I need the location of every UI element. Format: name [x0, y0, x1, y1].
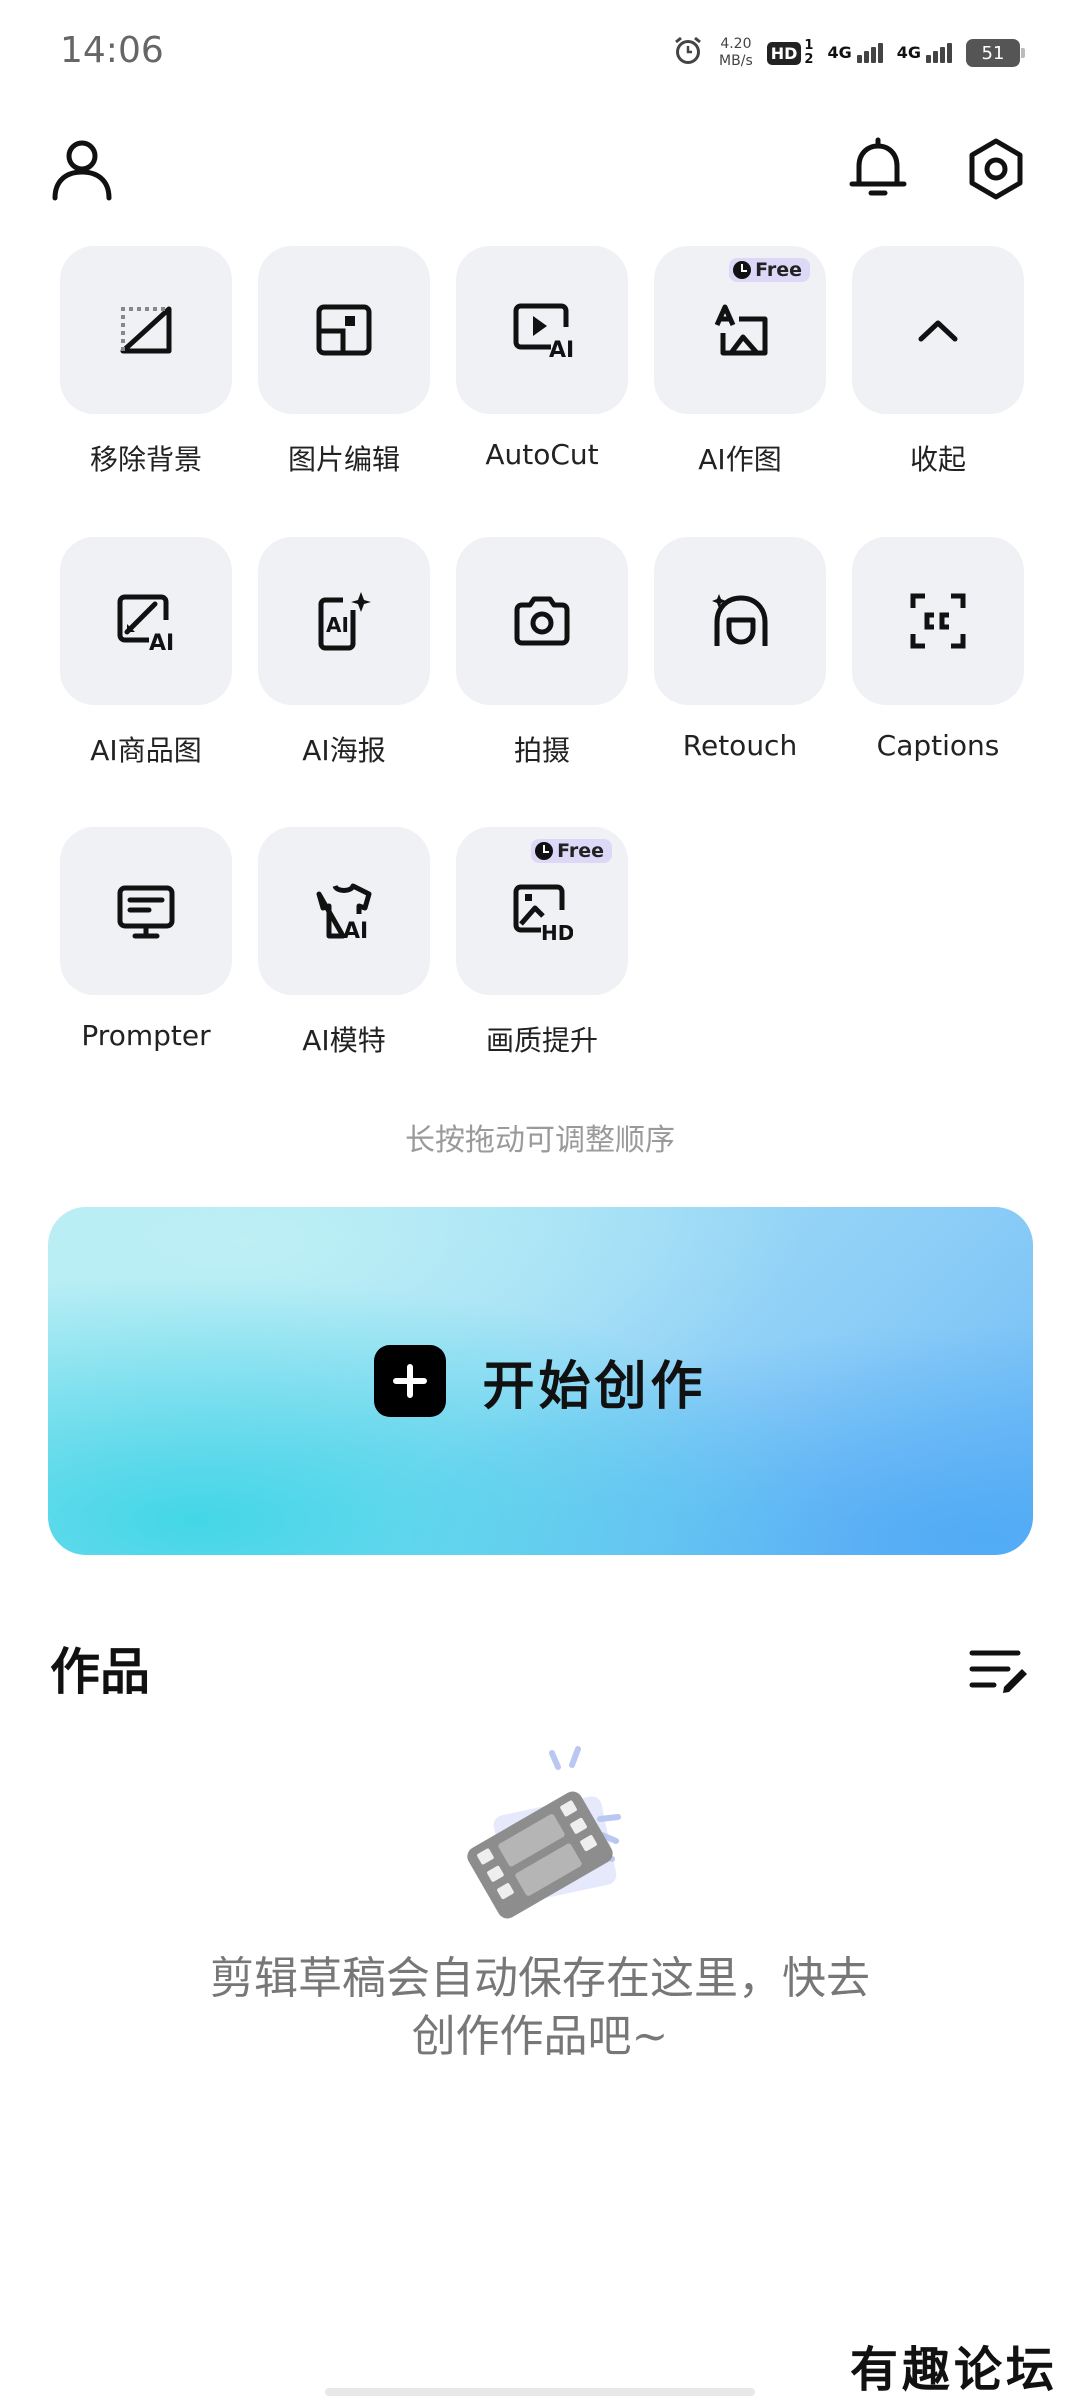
autocut-icon: AI [513, 303, 573, 361]
start-creating-button[interactable]: 开始创作 [48, 1207, 1033, 1555]
tool-tile[interactable]: AI [258, 537, 430, 705]
network-speed-unit: MB/s [719, 53, 753, 69]
free-badge-label: Free [755, 259, 802, 281]
tool-ai-poster[interactable]: AI AI海报 [258, 537, 430, 769]
tool-label: 移除背景 [89, 443, 202, 476]
free-badge: Free [531, 839, 612, 863]
tool-label: Prompter [81, 1019, 211, 1052]
film-icon [460, 1745, 640, 1920]
network-speed-value: 4.20 [720, 36, 752, 52]
chevron-up-icon [918, 320, 958, 342]
svg-text:AI: AI [549, 338, 573, 361]
prompter-icon [117, 885, 175, 939]
tool-label: 拍摄 [513, 734, 570, 767]
tool-ai-product-image[interactable]: AI AI商品图 [60, 537, 232, 769]
signal-icon-2: 4G [897, 43, 952, 63]
network-type-2: 4G [896, 43, 921, 62]
image-edit-icon [316, 304, 372, 356]
tool-tile[interactable] [258, 246, 430, 414]
battery-icon: 51 [966, 39, 1025, 67]
camera-icon [514, 596, 570, 646]
hd-enhance-icon: HD [513, 884, 573, 942]
status-indicators: 4.20 MB/s HD 1 2 4G 4G 51 [671, 34, 1025, 72]
clock-icon [733, 261, 752, 279]
tool-tile[interactable] [654, 537, 826, 705]
captions-icon [910, 593, 966, 649]
notifications-button[interactable] [844, 135, 912, 203]
hd-label: HD [766, 41, 802, 65]
ai-model-icon: AI [316, 883, 372, 942]
status-time: 14:06 [60, 30, 164, 71]
gear-icon [969, 138, 1023, 200]
tool-label: Retouch [682, 729, 798, 762]
tool-label: AI海报 [302, 734, 386, 767]
empty-state-line-2: 创作作品吧~ [411, 2011, 669, 2062]
tool-collapse[interactable]: 收起 [852, 246, 1024, 478]
edit-list-icon [969, 1650, 1027, 1693]
watermark: 有趣论坛 [849, 2342, 1058, 2398]
svg-text:HD: HD [541, 921, 573, 942]
tool-tile[interactable]: AI [456, 246, 628, 414]
tool-camera[interactable]: 拍摄 [456, 537, 628, 769]
tool-tile[interactable]: Free HD [456, 827, 628, 995]
retouch-icon [712, 594, 768, 646]
tool-retouch[interactable]: Retouch [654, 537, 826, 762]
tool-tile[interactable] [852, 537, 1024, 705]
volte-hd-badge: HD 1 2 [766, 39, 813, 67]
tool-prompter[interactable]: Prompter [60, 827, 232, 1052]
tool-image-edit[interactable]: 图片编辑 [258, 246, 430, 478]
tool-captions[interactable]: Captions [852, 537, 1024, 762]
settings-button[interactable] [962, 135, 1030, 203]
tool-tile[interactable] [60, 246, 232, 414]
tool-tile[interactable]: AI [60, 537, 232, 705]
ai-drawing-icon [714, 304, 768, 356]
tool-tile[interactable]: AI [258, 827, 430, 995]
svg-text:AI: AI [343, 919, 368, 942]
tool-label: 画质提升 [485, 1024, 598, 1057]
tool-hd-enhance[interactable]: Free HD 画质提升 [456, 827, 628, 1059]
tool-tile[interactable]: Free [654, 246, 826, 414]
empty-state-message: 剪辑草稿会自动保存在这里，快去 创作作品吧~ [0, 1950, 1080, 2066]
status-bar: 14:06 4.20 MB/s HD 1 2 4G 4G 51 [0, 0, 1080, 110]
bell-icon [849, 137, 907, 196]
signal-icon: 4G [827, 43, 883, 63]
tool-label: AI商品图 [90, 734, 202, 767]
manage-works-button[interactable] [968, 1645, 1030, 1695]
svg-text:AI: AI [326, 613, 349, 637]
tool-tile[interactable] [60, 827, 232, 995]
start-creating-label: 开始创作 [482, 1355, 707, 1417]
plus-icon [374, 1345, 447, 1417]
clock-icon [535, 842, 554, 860]
sim-bottom: 2 [804, 52, 814, 67]
tool-remove-background[interactable]: 移除背景 [60, 246, 232, 478]
tool-label: AI作图 [698, 443, 782, 476]
tool-tile[interactable] [852, 246, 1024, 414]
home-indicator[interactable] [325, 2388, 755, 2396]
empty-state-line-1: 剪辑草稿会自动保存在这里，快去 [210, 1953, 870, 2004]
tool-label: AI模特 [302, 1024, 386, 1057]
remove-background-icon [120, 306, 172, 354]
tool-ai-drawing[interactable]: Free AI作图 [654, 246, 826, 478]
tool-label: 图片编辑 [287, 443, 400, 476]
tool-tile[interactable] [456, 537, 628, 705]
tool-autocut[interactable]: AI AutoCut [456, 246, 628, 471]
works-title: 作品 [50, 1642, 150, 1701]
profile-button[interactable] [48, 135, 116, 203]
user-icon [52, 140, 112, 201]
reorder-hint: 长按拖动可调整顺序 [405, 1123, 675, 1158]
free-badge-label: Free [557, 840, 604, 862]
ai-product-image-icon: AI [117, 594, 174, 652]
ai-poster-icon: AI [318, 592, 371, 651]
tool-ai-model[interactable]: AI AI模特 [258, 827, 430, 1059]
alarm-icon [671, 34, 705, 72]
network-type-1: 4G [827, 43, 852, 62]
network-speed: 4.20 MB/s [719, 36, 753, 70]
tool-label: Captions [876, 729, 1000, 762]
svg-text:AI: AI [149, 631, 174, 652]
sim-top: 1 [804, 38, 814, 53]
tool-label: 收起 [909, 443, 966, 476]
tool-label: AutoCut [485, 438, 599, 471]
free-badge: Free [729, 258, 810, 282]
sim-indicator: 1 2 [804, 39, 813, 67]
